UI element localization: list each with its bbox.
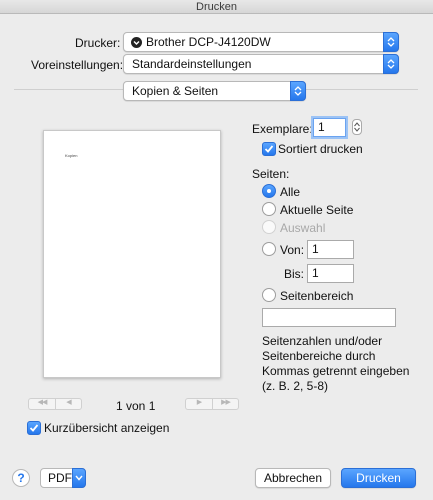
pages-to-label: Bis:	[284, 267, 305, 281]
print-preview: Kopien	[43, 130, 221, 378]
last-page-button[interactable]: ▶▶	[212, 399, 238, 409]
help-button[interactable]: ?	[12, 469, 30, 487]
previous-page-icon: ◀	[66, 399, 71, 406]
next-page-icon: ▶	[196, 399, 202, 406]
section-popup-value: Kopien & Seiten	[132, 84, 219, 98]
pages-current-radio[interactable]	[262, 202, 276, 216]
section-popup[interactable]: Kopien & Seiten	[123, 81, 306, 101]
pages-selection-label: Auswahl	[280, 221, 326, 235]
window-title: Drucken	[196, 1, 237, 13]
chevron-updown-icon	[383, 54, 399, 74]
first-page-button[interactable]: ◀◀	[29, 399, 55, 409]
pages-current-label: Aktuelle Seite	[280, 203, 354, 217]
page-nav-forward: ▶ ▶▶	[185, 398, 239, 410]
pages-label: Seiten:	[252, 167, 290, 181]
next-page-button[interactable]: ▶	[186, 399, 212, 409]
thumbnail-checkbox[interactable]	[27, 421, 41, 435]
printer-value: Brother DCP-J4120DW	[146, 35, 271, 49]
collate-label: Sortiert drucken	[278, 142, 363, 156]
first-page-icon: ◀◀	[37, 399, 48, 406]
printer-label: Drucker:	[75, 36, 121, 50]
thumbnail-label: Kurzübersicht anzeigen	[44, 421, 170, 435]
presets-label: Voreinstellungen:	[31, 58, 124, 72]
copies-label: Exemplare:	[252, 122, 313, 136]
pages-all-label: Alle	[280, 185, 301, 199]
cancel-button[interactable]: Abbrechen	[255, 468, 331, 488]
pages-all-radio[interactable]	[262, 184, 276, 198]
print-button[interactable]: Drucken	[341, 468, 416, 488]
chevron-down-icon	[72, 468, 86, 488]
copies-stepper[interactable]	[352, 119, 362, 135]
presets-popup[interactable]: Standardeinstellungen	[123, 54, 399, 74]
pages-range-radio[interactable]	[262, 288, 276, 302]
presets-value: Standardeinstellungen	[132, 57, 252, 71]
pages-from-label: Von:	[280, 243, 305, 257]
pdf-label: PDF	[48, 471, 72, 485]
preview-page-text: Kopien	[65, 153, 78, 158]
pages-range-field[interactable]	[262, 308, 396, 327]
printer-popup[interactable]: Brother DCP-J4120DW	[123, 32, 399, 52]
pages-range-label: Seitenbereich	[280, 289, 354, 303]
chevron-updown-icon	[290, 81, 306, 101]
pages-from-radio[interactable]	[262, 242, 276, 256]
collate-checkbox[interactable]	[262, 142, 276, 156]
printer-icon	[131, 37, 142, 48]
window-titlebar: Drucken	[0, 0, 433, 14]
pdf-menu-button[interactable]: PDF	[40, 468, 86, 488]
page-nav-back: ◀◀ ◀	[28, 398, 82, 410]
last-page-icon: ▶▶	[221, 399, 231, 406]
pages-from-field[interactable]: 1	[307, 240, 354, 259]
previous-page-button[interactable]: ◀	[55, 399, 81, 409]
pages-range-hint: Seitenzahlen und/oder Seitenbereiche dur…	[262, 334, 410, 393]
chevron-updown-icon	[383, 32, 399, 52]
copies-field[interactable]: 1	[313, 118, 346, 137]
page-counter: 1 von 1	[116, 399, 156, 413]
pages-to-field[interactable]: 1	[307, 264, 354, 283]
pages-selection-radio	[262, 220, 276, 234]
